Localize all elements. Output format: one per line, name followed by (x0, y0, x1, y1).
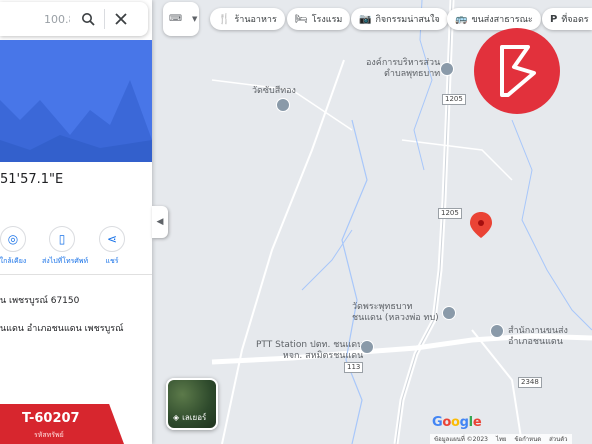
hotel-icon: 🛏 (295, 13, 308, 25)
camera-icon: 📷 (359, 13, 372, 25)
chip-label: ร้านอาหาร (234, 15, 277, 25)
poi-label-temple-2[interactable]: วัดพระพุทธบาท ชนแดน (หลวงพ่อ ทบ) (352, 302, 439, 324)
listing-code-caption: รหัสทรัพย์ (34, 431, 64, 439)
input-tools-button[interactable]: ⌨ ▼ (163, 2, 199, 36)
nearby-label: ใกล้เคียง (0, 257, 27, 265)
temple-icon[interactable] (442, 306, 456, 320)
chevron-down-icon: ▼ (192, 15, 198, 23)
google-logo: Google (432, 415, 482, 430)
restaurant-icon: 🍴 (218, 13, 231, 25)
map-data-attribution: ข้อมูลแผนที่ ©2023 (434, 436, 488, 443)
nearby-icon: ◎ (0, 226, 26, 252)
layers-button[interactable]: ◈ เลเยอร์ (166, 378, 218, 430)
search-bar[interactable]: 100.8 (0, 2, 148, 36)
brand-logo-icon (500, 45, 536, 97)
coordinates-text: 51'57.1"E (0, 172, 64, 187)
close-icon[interactable] (111, 9, 131, 29)
chip-label: กิจกรรมน่าสนใจ (375, 15, 440, 25)
transit-icon: 🚌 (455, 13, 468, 25)
layers-icon: ◈ (173, 413, 180, 422)
send-to-phone-button[interactable]: ▯ ส่งไปที่โทรศัพท์ (42, 226, 89, 267)
nearby-button[interactable]: ◎ ใกล้เคียง (0, 226, 33, 267)
privacy-link[interactable]: ส่วนตัว (549, 434, 567, 444)
place-hero-image[interactable] (0, 40, 152, 162)
share-button[interactable]: ⋖ แชร์ (92, 226, 132, 267)
road-shield-1205-north: 1205 (442, 94, 466, 105)
hero-mountain-icon (0, 80, 152, 162)
road-shield-2348: 2348 (518, 377, 542, 388)
send-to-phone-icon: ▯ (49, 226, 75, 252)
terms-link[interactable]: ข้อกำหนด (514, 434, 541, 444)
chip-label: โรงแรม (311, 15, 343, 25)
listing-code: T-60207 (22, 411, 80, 426)
chip-hotels[interactable]: 🛏 โรงแรม (287, 8, 351, 30)
search-input[interactable]: 100.8 (44, 13, 70, 26)
chip-transit[interactable]: 🚌 ขนส่งสาธารณะ (447, 8, 541, 30)
listing-badge: T-60207 รหัสทรัพย์ (0, 404, 124, 444)
address-line-2[interactable]: นแดน อำเภอชนแดน เพชรบูรณ์ (0, 321, 123, 335)
search-icon[interactable] (78, 9, 98, 29)
chip-restaurants[interactable]: 🍴 ร้านอาหาร (210, 8, 285, 30)
chevron-left-icon: ◀ (156, 217, 164, 227)
share-label: แชร์ (105, 257, 119, 265)
layers-label: เลเยอร์ (182, 413, 207, 422)
poi-label-obt[interactable]: องค์การบริหารส่วน ตำบลพุทธบาท (366, 58, 440, 80)
chip-attractions[interactable]: 📷 กิจกรรมน่าสนใจ (351, 8, 448, 30)
send-to-phone-label: ส่งไปที่โทรศัพท์ (42, 257, 89, 265)
chip-label: ขนส่งสาธารณะ (471, 15, 533, 25)
map-footer: ข้อมูลแผนที่ ©2023 ไทย ข้อกำหนด ส่วนตัว (430, 434, 572, 444)
place-panel: 100.8 51'57.1"E ◎ ใกล้เคียง ▯ ส่งไปที่โท… (0, 0, 152, 444)
collapse-panel-button[interactable]: ◀ (152, 206, 168, 238)
road-shield-1205-south: 1205 (438, 208, 462, 219)
address-line-1[interactable]: น เพชรบูรณ์ 67150 (0, 293, 79, 307)
chip-label: ที่จอดร (561, 15, 589, 25)
gas-station-icon[interactable] (360, 340, 374, 354)
search-divider (104, 9, 105, 29)
government-icon[interactable] (440, 62, 454, 76)
chip-parking[interactable]: P ที่จอดร (542, 8, 592, 30)
share-icon: ⋖ (99, 226, 125, 252)
poi-label-temple-1[interactable]: วัดซับสีทอง (252, 86, 296, 97)
road-shield-113: 113 (344, 362, 364, 373)
keyboard-icon: ⌨ (169, 14, 182, 24)
brand-logo (474, 28, 560, 114)
language-link[interactable]: ไทย (496, 434, 507, 444)
divider (0, 274, 152, 275)
poi-label-office[interactable]: สำนักงานขนส่ง อำเภอชนแดน (508, 326, 568, 348)
temple-icon[interactable] (276, 98, 290, 112)
office-icon[interactable] (490, 324, 504, 338)
poi-label-ptt[interactable]: PTT Station ปตท. ชนแดน หจก. สหมิตรชนแดน (256, 340, 363, 362)
location-pin-icon (470, 212, 492, 238)
parking-icon: P (550, 13, 558, 25)
